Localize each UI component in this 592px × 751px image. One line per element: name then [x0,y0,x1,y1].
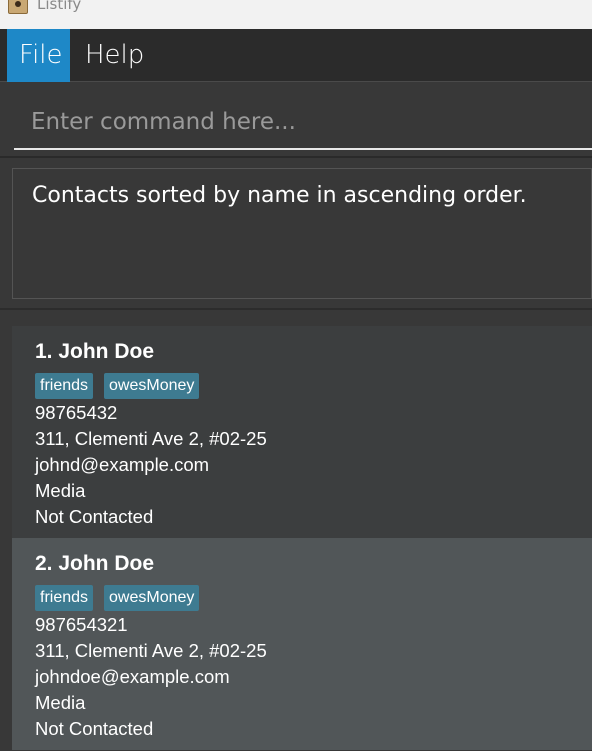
window-title: Listify [37,0,82,13]
contact-tags: friends owesMoney [35,373,210,399]
contact-tags: friends owesMoney [35,585,210,611]
contact-status: Not Contacted [35,506,154,527]
contact-address: 311, Clementi Ave 2, #02-25 [35,428,267,449]
contact-email: johnd@example.com [35,454,210,475]
tag-label: owesMoney [104,373,200,399]
result-display: Contacts sorted by name in ascending ord… [12,168,592,299]
divider [0,308,592,310]
command-input[interactable] [14,96,592,150]
tag-label: friends [35,373,94,399]
contact-card-selected[interactable]: 2. John Doe friends owesMoney 987654321 3… [12,538,592,750]
menu-help[interactable]: Help [76,29,153,82]
menu-bar: File Help [0,29,592,82]
contact-email: johndoe@example.com [35,666,230,687]
contact-phone: 98765432 [35,402,118,423]
tag-label: owesMoney [104,585,200,611]
contact-name: 2. John Doe [35,552,155,575]
contact-phone: 987654321 [35,614,128,635]
contact-name: 1. John Doe [35,340,155,363]
result-message: Contacts sorted by name in ascending ord… [32,183,527,208]
tag-label: friends [35,585,94,611]
contact-media: Media [35,692,86,713]
menu-file[interactable]: File [7,29,70,82]
contact-status: Not Contacted [35,718,154,739]
contact-book-icon [8,0,28,14]
contact-card[interactable]: 1. John Doe friends owesMoney 98765432 31… [12,326,592,538]
command-box [0,82,592,158]
title-bar: Listify [0,0,592,29]
contact-media: Media [35,480,86,501]
contact-address: 311, Clementi Ave 2, #02-25 [35,640,267,661]
